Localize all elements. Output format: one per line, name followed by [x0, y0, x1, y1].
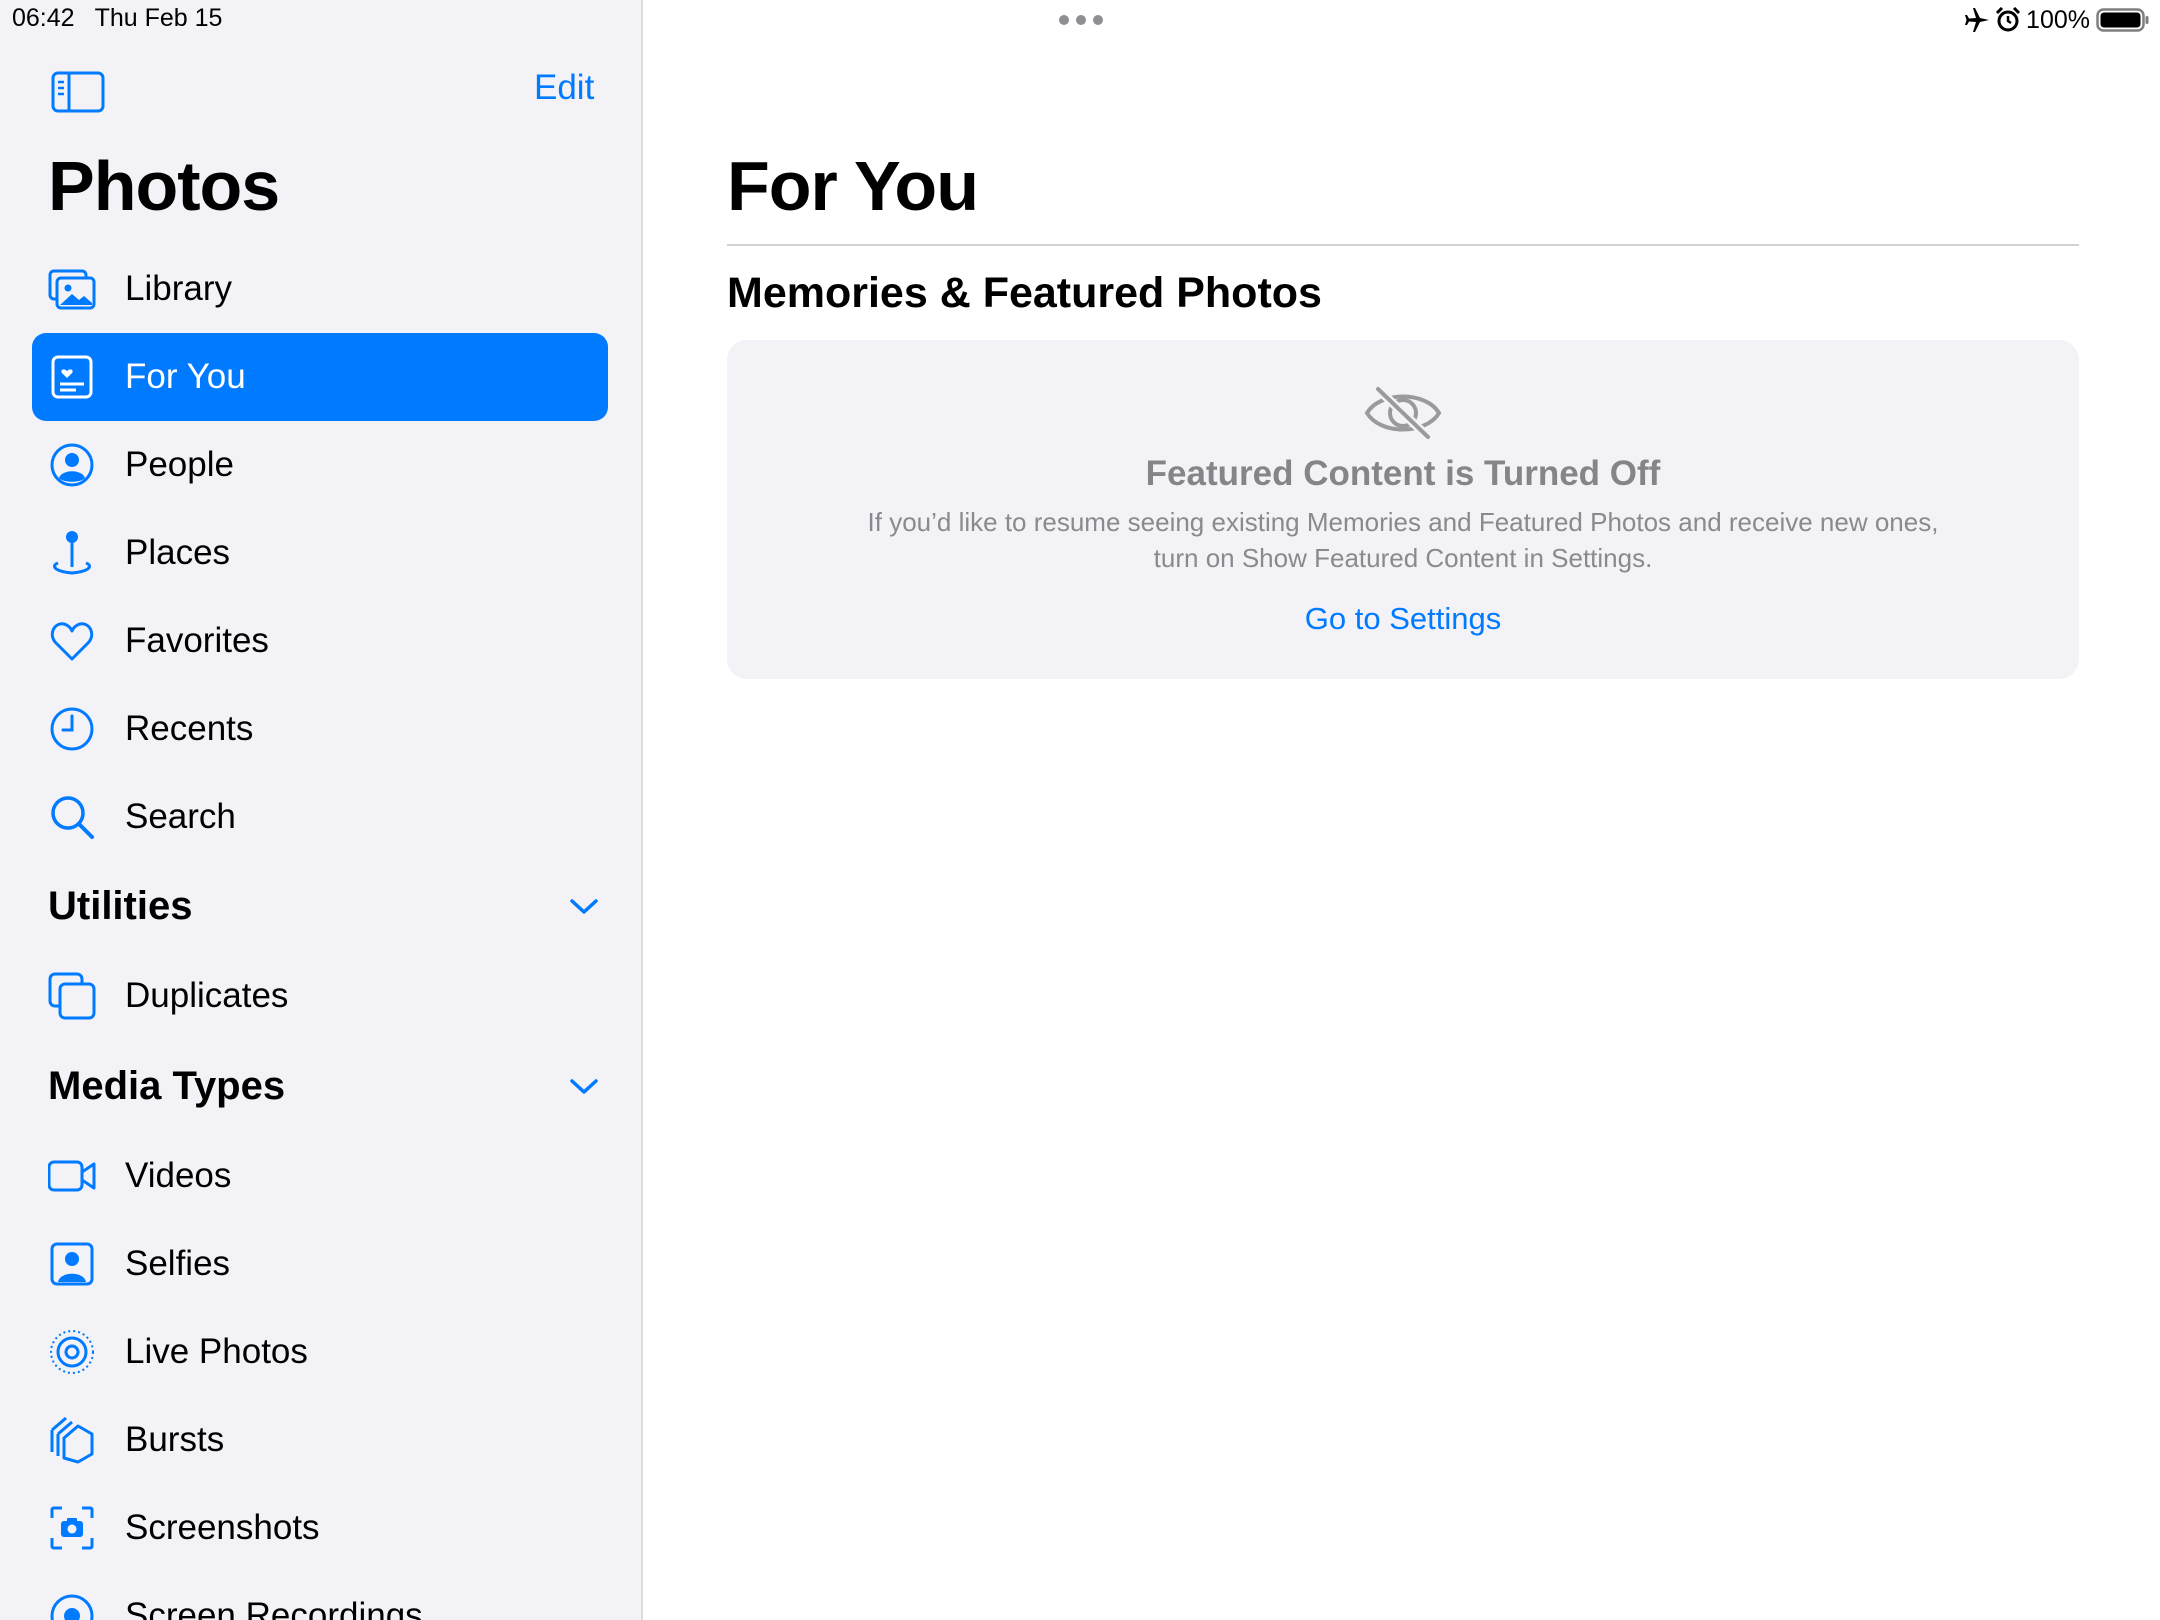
sidebar-item-label: Favorites [125, 621, 269, 660]
sidebar: 06:42 Thu Feb 15 Edit Photos Library For … [0, 0, 643, 1620]
selfie-icon [48, 1240, 96, 1288]
screen-recording-icon [48, 1592, 96, 1620]
sidebar-item-search[interactable]: Search [32, 773, 608, 861]
edit-button[interactable]: Edit [534, 68, 594, 108]
bursts-icon [48, 1416, 96, 1464]
status-time: 06:42 [12, 4, 75, 32]
chevron-down-icon [570, 1079, 598, 1094]
clock-icon [48, 705, 96, 753]
search-icon [48, 793, 96, 841]
sidebar-item-label: Library [125, 269, 232, 308]
section-title: Memories & Featured Photos [727, 269, 1322, 317]
sidebar-item-label: People [125, 445, 234, 484]
sidebar-item-label: Recents [125, 709, 254, 748]
go-to-settings-link[interactable]: Go to Settings [727, 601, 2079, 637]
sidebar-item-label: Duplicates [125, 976, 289, 1015]
map-pin-icon [48, 529, 96, 577]
screenshot-icon [48, 1504, 96, 1552]
media-types-title: Media Types [48, 1064, 286, 1108]
heart-icon [48, 617, 96, 665]
live-photo-icon [48, 1328, 96, 1376]
utilities-section-header[interactable]: Utilities [48, 876, 608, 936]
battery-icon [2096, 8, 2149, 32]
sidebar-item-screen-recordings[interactable]: Screen Recordings [32, 1572, 608, 1620]
duplicates-icon [48, 972, 96, 1020]
sidebar-item-label: Videos [125, 1156, 232, 1195]
sidebar-item-duplicates[interactable]: Duplicates [32, 952, 608, 1040]
page-title: For You [727, 147, 979, 225]
sidebar-item-label: Screenshots [125, 1508, 320, 1547]
featured-content-off-card: Featured Content is Turned Off If you’d … [727, 340, 2079, 679]
sidebar-item-videos[interactable]: Videos [32, 1132, 608, 1220]
chevron-down-icon [570, 899, 598, 914]
sidebar-item-for-you[interactable]: For You [32, 333, 608, 421]
card-body: If you’d like to resume seeing existing … [867, 507, 1939, 573]
eye-slash-icon [1364, 385, 1442, 441]
sidebar-item-label: For You [125, 357, 246, 396]
airplane-icon [1965, 8, 1990, 32]
sidebar-item-places[interactable]: Places [32, 509, 608, 597]
card-title: Featured Content is Turned Off [1145, 454, 1661, 493]
sidebar-item-label: Search [125, 797, 236, 836]
alarm-icon [1996, 7, 2021, 32]
sidebar-item-library[interactable]: Library [32, 245, 608, 333]
for-you-icon [48, 353, 96, 401]
person-icon [48, 441, 96, 489]
sidebar-title: Photos [48, 147, 280, 225]
sidebar-item-screenshots[interactable]: Screenshots [32, 1484, 608, 1572]
media-types-section-header[interactable]: Media Types [48, 1056, 608, 1116]
status-bar-left: 06:42 Thu Feb 15 [12, 4, 222, 33]
battery-percent: 100% [2026, 5, 2090, 34]
sidebar-item-label: Live Photos [125, 1332, 308, 1371]
title-divider [727, 244, 2079, 246]
sidebar-toggle-icon[interactable] [51, 70, 105, 114]
video-icon [48, 1152, 96, 1200]
sidebar-item-label: Bursts [125, 1420, 225, 1459]
status-date: Thu Feb 15 [94, 4, 223, 32]
utilities-title: Utilities [48, 884, 193, 928]
sidebar-item-label: Selfies [125, 1244, 231, 1283]
sidebar-item-live-photos[interactable]: Live Photos [32, 1308, 608, 1396]
sidebar-item-favorites[interactable]: Favorites [32, 597, 608, 685]
sidebar-item-bursts[interactable]: Bursts [32, 1396, 608, 1484]
sidebar-item-selfies[interactable]: Selfies [32, 1220, 608, 1308]
status-bar-right: 100% [1964, 4, 2150, 36]
sidebar-item-people[interactable]: People [32, 421, 608, 509]
library-icon [48, 265, 96, 313]
multitasking-dots-icon[interactable] [1058, 14, 1104, 26]
sidebar-item-label: Screen Recordings [125, 1596, 423, 1620]
sidebar-item-recents[interactable]: Recents [32, 685, 608, 773]
sidebar-item-label: Places [125, 533, 231, 572]
